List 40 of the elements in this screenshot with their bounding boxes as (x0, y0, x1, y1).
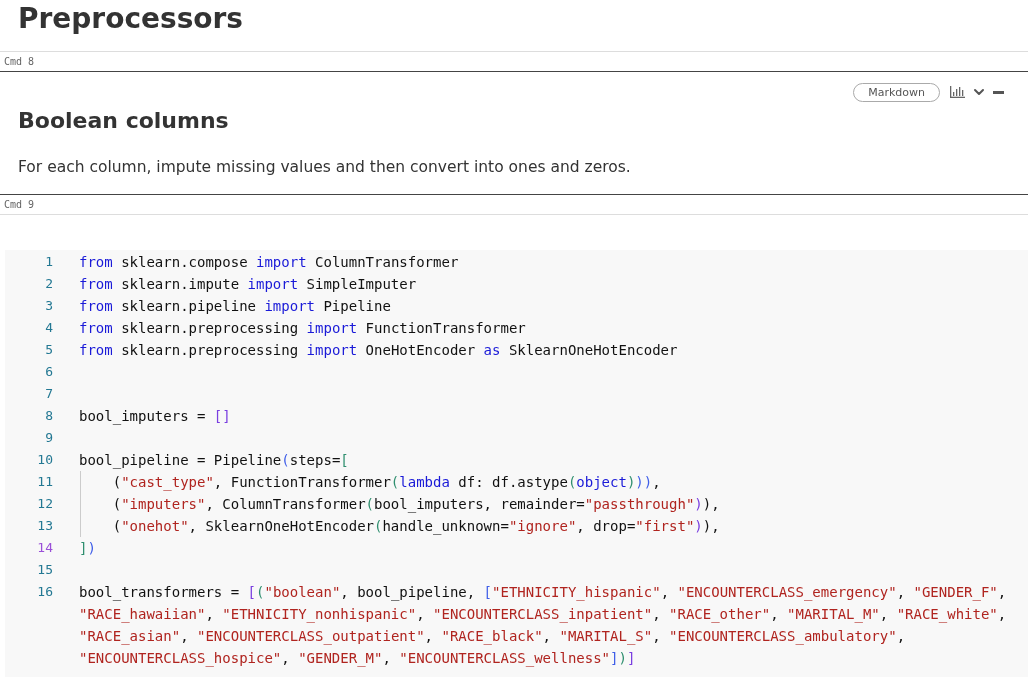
line-number: 13 (37, 517, 53, 535)
code-line: ("cast_type", FunctionTransformer(lambda df: df.astype(object))), (111, 473, 661, 493)
code-line: from sklearn.preprocessing import OneHotEncoder as SklearnOneHotEncoder (79, 341, 678, 360)
line-number: 14 (37, 539, 53, 557)
minimize-icon[interactable] (993, 90, 1004, 94)
line-number: 11 (37, 473, 53, 491)
bar-chart-icon[interactable] (950, 86, 965, 98)
code-line: from sklearn.pipeline import Pipeline (79, 297, 391, 316)
line-number: 4 (45, 319, 53, 337)
line-number: 1 (45, 253, 53, 271)
section-heading: Boolean columns (18, 107, 230, 135)
code-line: bool_imputers = [] (79, 407, 231, 427)
code-line: bool_transformers = [("boolean", bool_pipeline, ["ETHNICITY_hispanic", "ENCOUNTERCLASS_emergency", "GENDER_F", (79, 583, 1007, 603)
line-number: 3 (45, 297, 53, 315)
code-line: from sklearn.compose import ColumnTransformer (79, 253, 459, 272)
markdown-button[interactable]: Markdown (853, 82, 940, 102)
line-number: 12 (37, 495, 53, 513)
line-number: 10 (37, 451, 53, 469)
code-line: ("imputers", ColumnTransformer(bool_imputers, remainder="passthrough")), (111, 495, 720, 515)
line-number: 2 (45, 275, 53, 293)
command-label: Cmd 8 (4, 56, 35, 67)
code-line: from sklearn.impute import SimpleImputer (79, 275, 417, 294)
command-label: Cmd 9 (4, 199, 35, 210)
code-line: ]) (79, 539, 96, 558)
page-title: Preprocessors (0, 0, 1028, 52)
code-line: ("onehot", SklearnOneHotEncoder(handle_unknown="ignore", drop="first")), (111, 517, 720, 537)
code-editor[interactable] (5, 250, 1028, 677)
code-line: "RACE_hawaiian", "ETHNICITY_nonhispanic", "ENCOUNTERCLASS_inpatient", "RACE_other", "MARITAL_M", "RACE_white", (79, 605, 1007, 625)
description-text: For each column, impute missing values and then convert into ones and zeros. (18, 157, 632, 178)
code-line: from sklearn.preprocessing import FunctionTransformer (79, 319, 526, 338)
code-line: "ENCOUNTERCLASS_hospice", "GENDER_M", "ENCOUNTERCLASS_wellness"])] (79, 649, 637, 669)
code-line: bool_pipeline = Pipeline(steps=[ (79, 451, 349, 471)
line-number: 15 (37, 561, 53, 579)
line-number: 8 (45, 407, 53, 425)
line-number: 9 (45, 429, 53, 447)
line-number: 6 (45, 363, 53, 381)
line-number: 16 (37, 583, 53, 601)
code-line: "RACE_asian", "ENCOUNTERCLASS_outpatient", "RACE_black", "MARITAL_S", "ENCOUNTERCLASS_ambulatory", (79, 627, 907, 647)
line-number: 5 (45, 341, 53, 359)
line-number: 7 (45, 385, 53, 403)
